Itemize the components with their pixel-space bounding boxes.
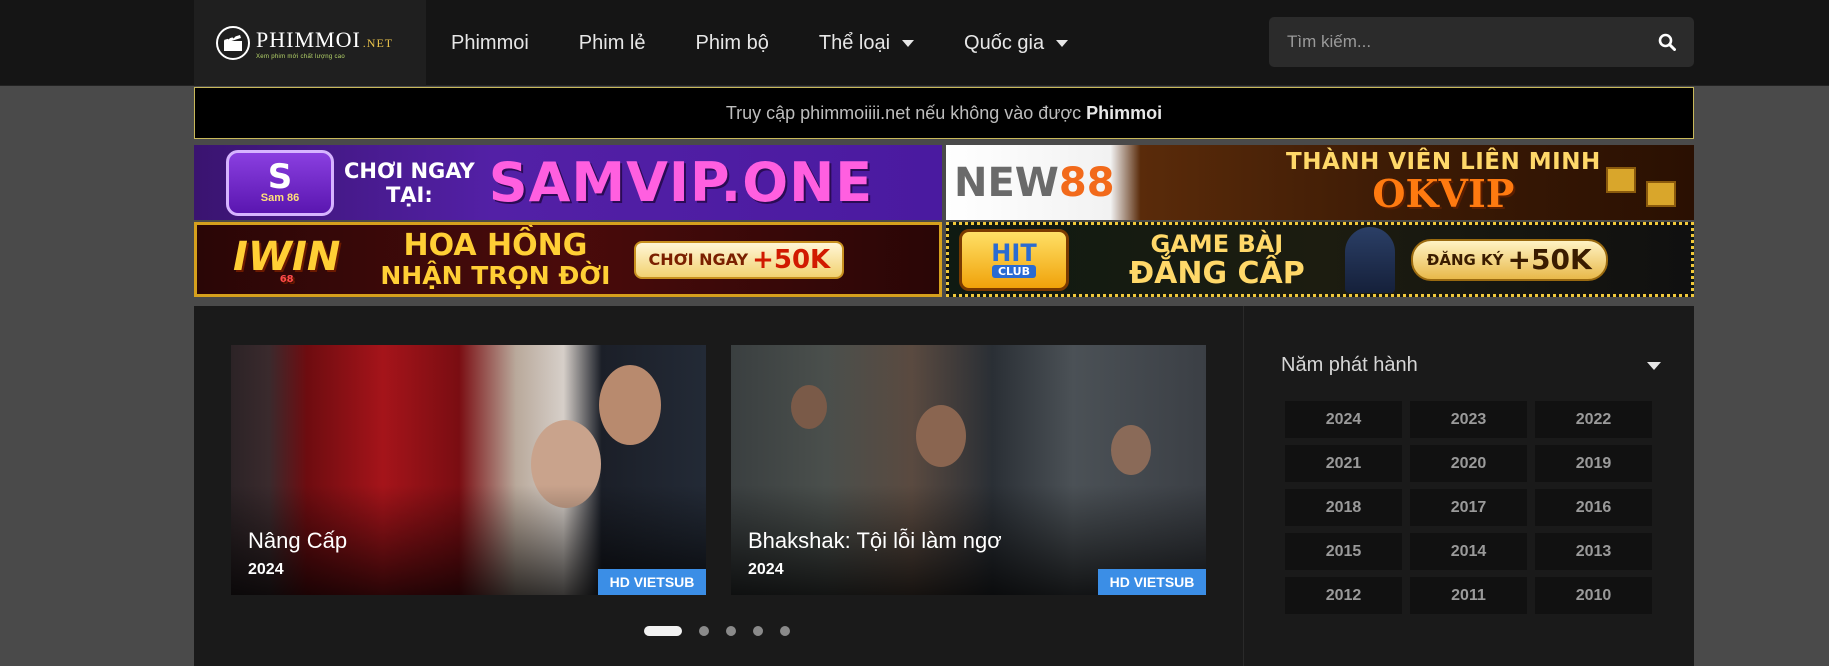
slide-year: 2024 [748, 561, 784, 578]
year-button[interactable]: 2014 [1410, 533, 1527, 570]
samvip-logo: S Sam 86 [226, 149, 334, 216]
ad-banner-new88[interactable]: NEW88 THÀNH VIÊN LIÊN MINH OKVIP [946, 145, 1694, 220]
caret-down-icon [1647, 361, 1661, 370]
ad-banner-samvip[interactable]: S Sam 86 CHƠI NGAY TẠI: SAMVIP.ONE [194, 145, 942, 220]
nav-item-the-loai[interactable]: Thể loại [794, 32, 939, 55]
film-clapper-icon [216, 26, 250, 60]
iwin-play-button: CHƠI NGAY +50K [634, 240, 845, 279]
search-icon[interactable] [1658, 33, 1676, 51]
gift-box-icon [1606, 167, 1636, 193]
year-button[interactable]: 2020 [1410, 445, 1527, 482]
nav-item-phim-le[interactable]: Phim lẻ [554, 32, 671, 55]
year-button[interactable]: 2018 [1285, 489, 1402, 526]
year-button[interactable]: 2022 [1535, 401, 1652, 438]
slide-year: 2024 [248, 561, 284, 578]
poster-figure [1111, 425, 1151, 475]
okvip-headline: THÀNH VIÊN LIÊN MINH OKVIP [1286, 149, 1601, 216]
slider-dot-3[interactable] [726, 626, 736, 636]
gift-box-icon [1646, 181, 1676, 207]
year-button[interactable]: 2023 [1410, 401, 1527, 438]
year-button[interactable]: 2011 [1410, 577, 1527, 614]
samvip-domain: SAMVIP.ONE [488, 151, 874, 214]
release-year-heading: Năm phát hành [1281, 354, 1418, 376]
slide-title: Bhakshak: Tội lỗi làm ngơ [748, 528, 1002, 553]
presenter-figure [1344, 226, 1395, 293]
search-box [1269, 17, 1694, 67]
logo-wordmark: PHIMMOI .NET [256, 26, 394, 52]
domain-notice: Truy cập phimmoiiii.net nếu không vào đư… [194, 87, 1694, 139]
iwin-headline: HOA HỒNG NHẬN TRỌN ĐỜI [380, 227, 611, 290]
year-button[interactable]: 2015 [1285, 533, 1402, 570]
nav-item-phimmoi[interactable]: Phimmoi [426, 32, 554, 55]
top-navbar: PHIMMOI .NET Xem phim mới chất lượng cao … [0, 0, 1829, 86]
hitclub-headline: GAME BÀI ĐẲNG CẤP [1129, 229, 1305, 291]
slider-pagination [644, 626, 807, 636]
year-button[interactable]: 2016 [1535, 489, 1652, 526]
poster-figure [599, 365, 661, 445]
sidebar: Năm phát hành 2024 2023 2022 2021 2020 2… [1243, 306, 1694, 666]
nav-item-phim-bo[interactable]: Phim bộ [671, 32, 794, 55]
slider-dot-1[interactable] [644, 626, 682, 636]
slider-dot-4[interactable] [753, 626, 763, 636]
slide-card[interactable]: Bhakshak: Tội lỗi làm ngơ 2024 HD VIETSU… [731, 345, 1206, 595]
slider-dot-5[interactable] [780, 626, 790, 636]
ad-banner-iwin[interactable]: IWIN 68 HOA HỒNG NHẬN TRỌN ĐỜI CHƠI NGAY +… [194, 222, 942, 297]
notice-text: Truy cập phimmoiiii.net nếu không vào đư… [725, 102, 1082, 123]
samvip-cta: CHƠI NGAY TẠI: [344, 158, 475, 207]
slide-title: Nâng Cấp [248, 528, 348, 553]
year-button[interactable]: 2013 [1535, 533, 1652, 570]
hitclub-register-button: ĐĂNG KÝ +50K [1410, 238, 1608, 281]
year-button[interactable]: 2017 [1410, 489, 1527, 526]
year-button[interactable]: 2010 [1535, 577, 1652, 614]
main-nav: Phimmoi Phim lẻ Phim bộ Thể loại Quốc gi… [426, 0, 1093, 86]
release-year-dropdown[interactable]: Năm phát hành [1281, 354, 1661, 377]
notice-brand: Phimmoi [1086, 102, 1163, 123]
logo-tagline: Xem phim mới chất lượng cao [256, 53, 346, 60]
poster-figure [791, 385, 827, 429]
caret-down-icon [902, 39, 915, 47]
quality-badge: HD VIETSUB [598, 569, 706, 595]
nav-item-quoc-gia[interactable]: Quốc gia [939, 32, 1093, 55]
hitclub-logo: HIT CLUB [959, 228, 1069, 291]
new88-logo: NEW88 [954, 159, 1115, 206]
caret-down-icon [1056, 39, 1069, 47]
slider-dot-2[interactable] [699, 626, 709, 636]
year-button[interactable]: 2012 [1285, 577, 1402, 614]
year-grid: 2024 2023 2022 2021 2020 2019 2018 2017 … [1285, 401, 1652, 614]
featured-slider: Nâng Cấp 2024 HD VIETSUB Bhakshak: Tội l… [194, 306, 1243, 666]
iwin-logo: IWIN 68 [233, 234, 341, 285]
slide-card[interactable]: Nâng Cấp 2024 HD VIETSUB [231, 345, 706, 595]
year-button[interactable]: 2019 [1535, 445, 1652, 482]
year-button[interactable]: 2021 [1285, 445, 1402, 482]
poster-figure [916, 405, 966, 467]
year-button[interactable]: 2024 [1285, 401, 1402, 438]
search-input[interactable] [1287, 32, 1658, 52]
quality-badge: HD VIETSUB [1098, 569, 1206, 595]
ad-banner-hitclub[interactable]: HIT CLUB GAME BÀI ĐẲNG CẤP ĐĂNG KÝ +50K [946, 222, 1694, 297]
site-logo[interactable]: PHIMMOI .NET Xem phim mới chất lượng cao [194, 0, 426, 86]
